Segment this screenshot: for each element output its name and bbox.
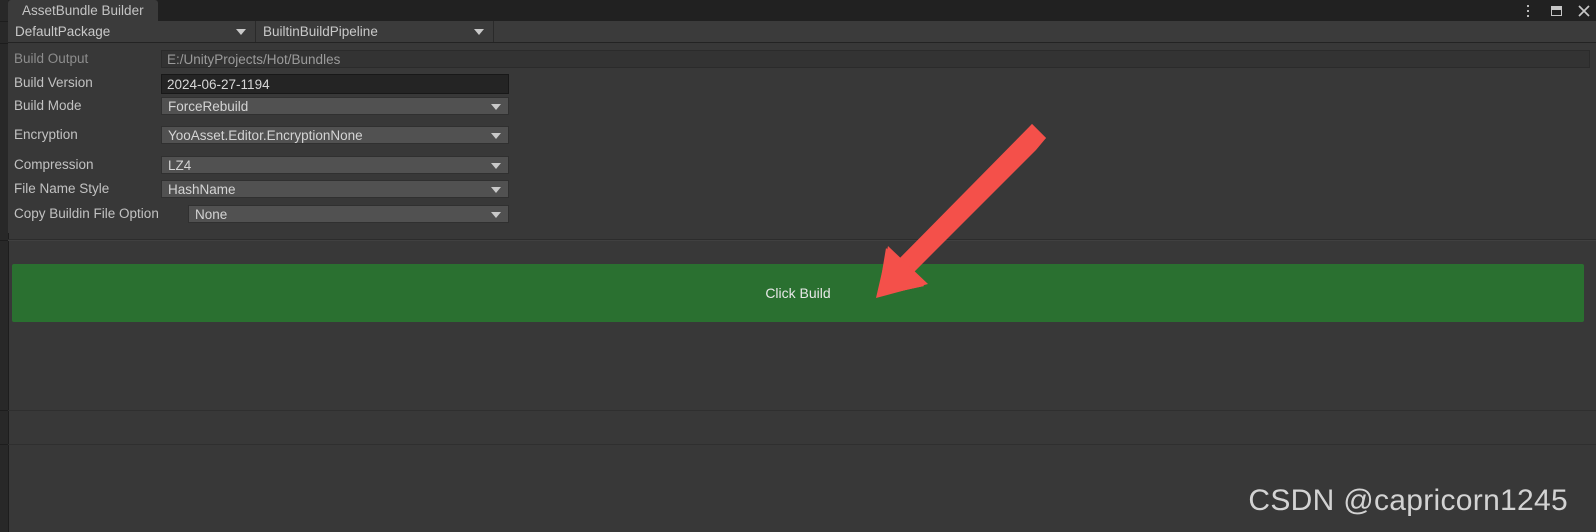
- label-build-output: Build Output: [14, 51, 89, 66]
- label-copy-buildin-file-option: Copy Buildin File Option: [14, 206, 159, 221]
- form-bottom-divider-highlight: [8, 240, 1596, 241]
- form-row-encryption: Encryption YooAsset.Editor.EncryptionNon…: [8, 126, 1596, 144]
- background-strip-divider: [0, 240, 8, 241]
- window-controls: [1520, 0, 1592, 21]
- dropdown-compression-value: LZ4: [168, 158, 192, 173]
- form-row-build-mode: Build Mode ForceRebuild: [8, 97, 1596, 115]
- close-icon: [1578, 4, 1590, 17]
- package-selector-value: DefaultPackage: [15, 24, 111, 39]
- chevron-down-icon: [236, 29, 246, 35]
- toolbar-empty-space: [494, 21, 1596, 42]
- dropdown-copy-buildin-file-option-value: None: [195, 207, 228, 222]
- lower-divider: [8, 444, 1596, 445]
- background-strip-divider: [0, 444, 8, 445]
- pipeline-selector[interactable]: BuiltinBuildPipeline: [256, 21, 494, 42]
- window-close-button[interactable]: [1576, 3, 1592, 19]
- form-row-copy-buildin-file-option: Copy Buildin File Option None: [8, 205, 1596, 223]
- dropdown-file-name-style-value: HashName: [168, 182, 236, 197]
- background-strip-divider: [0, 43, 8, 44]
- package-selector[interactable]: DefaultPackage: [8, 21, 256, 42]
- form-row-build-version: Build Version 2024-06-27-1194: [8, 74, 1596, 94]
- chevron-down-icon: [491, 163, 501, 169]
- background-strip-divider: [0, 410, 8, 411]
- dropdown-encryption-value: YooAsset.Editor.EncryptionNone: [168, 128, 363, 143]
- label-compression: Compression: [14, 157, 94, 172]
- background-clipped-text: i: [0, 420, 8, 440]
- maximize-icon: [1550, 5, 1562, 16]
- chevron-down-icon: [491, 104, 501, 110]
- label-build-mode: Build Mode: [14, 98, 82, 113]
- form-row-build-output: Build Output E:/UnityProjects/Hot/Bundle…: [8, 50, 1596, 68]
- watermark-text: CSDN @capricorn1245: [1248, 484, 1568, 517]
- click-build-button-label: Click Build: [765, 285, 831, 301]
- label-encryption: Encryption: [14, 127, 78, 142]
- dropdown-build-mode-value: ForceRebuild: [168, 99, 249, 114]
- chevron-down-icon: [491, 212, 501, 218]
- field-build-output: E:/UnityProjects/Hot/Bundles: [161, 50, 1590, 68]
- dropdown-encryption[interactable]: YooAsset.Editor.EncryptionNone: [161, 126, 509, 144]
- dropdown-compression[interactable]: LZ4: [161, 156, 509, 174]
- build-settings-form: Build Output E:/UnityProjects/Hot/Bundle…: [8, 43, 1596, 233]
- pipeline-selector-value: BuiltinBuildPipeline: [263, 24, 378, 39]
- window-maximize-button[interactable]: [1548, 3, 1564, 19]
- lower-divider: [8, 410, 1596, 411]
- form-row-file-name-style: File Name Style HashName: [8, 180, 1596, 198]
- background-strip-divider: [0, 21, 8, 22]
- dropdown-file-name-style[interactable]: HashName: [161, 180, 509, 198]
- chevron-down-icon: [491, 187, 501, 193]
- kebab-menu-icon: [1527, 3, 1529, 18]
- form-row-compression: Compression LZ4: [8, 156, 1596, 174]
- label-file-name-style: File Name Style: [14, 181, 110, 196]
- builder-toolbar: DefaultPackage BuiltinBuildPipeline: [8, 21, 1596, 43]
- chevron-down-icon: [491, 133, 501, 139]
- dropdown-build-mode[interactable]: ForceRebuild: [161, 97, 509, 115]
- unity-editor-window: i AssetBundle Builder DefaultPackage: [0, 0, 1596, 532]
- click-build-button[interactable]: Click Build: [12, 264, 1584, 322]
- label-build-version: Build Version: [14, 75, 93, 90]
- chevron-down-icon: [474, 29, 484, 35]
- tab-assetbundle-builder[interactable]: AssetBundle Builder: [8, 0, 158, 21]
- window-menu-button[interactable]: [1520, 3, 1536, 19]
- dropdown-copy-buildin-file-option[interactable]: None: [188, 205, 509, 223]
- window-tab-bar: AssetBundle Builder: [8, 0, 1596, 21]
- field-build-version[interactable]: 2024-06-27-1194: [161, 74, 509, 94]
